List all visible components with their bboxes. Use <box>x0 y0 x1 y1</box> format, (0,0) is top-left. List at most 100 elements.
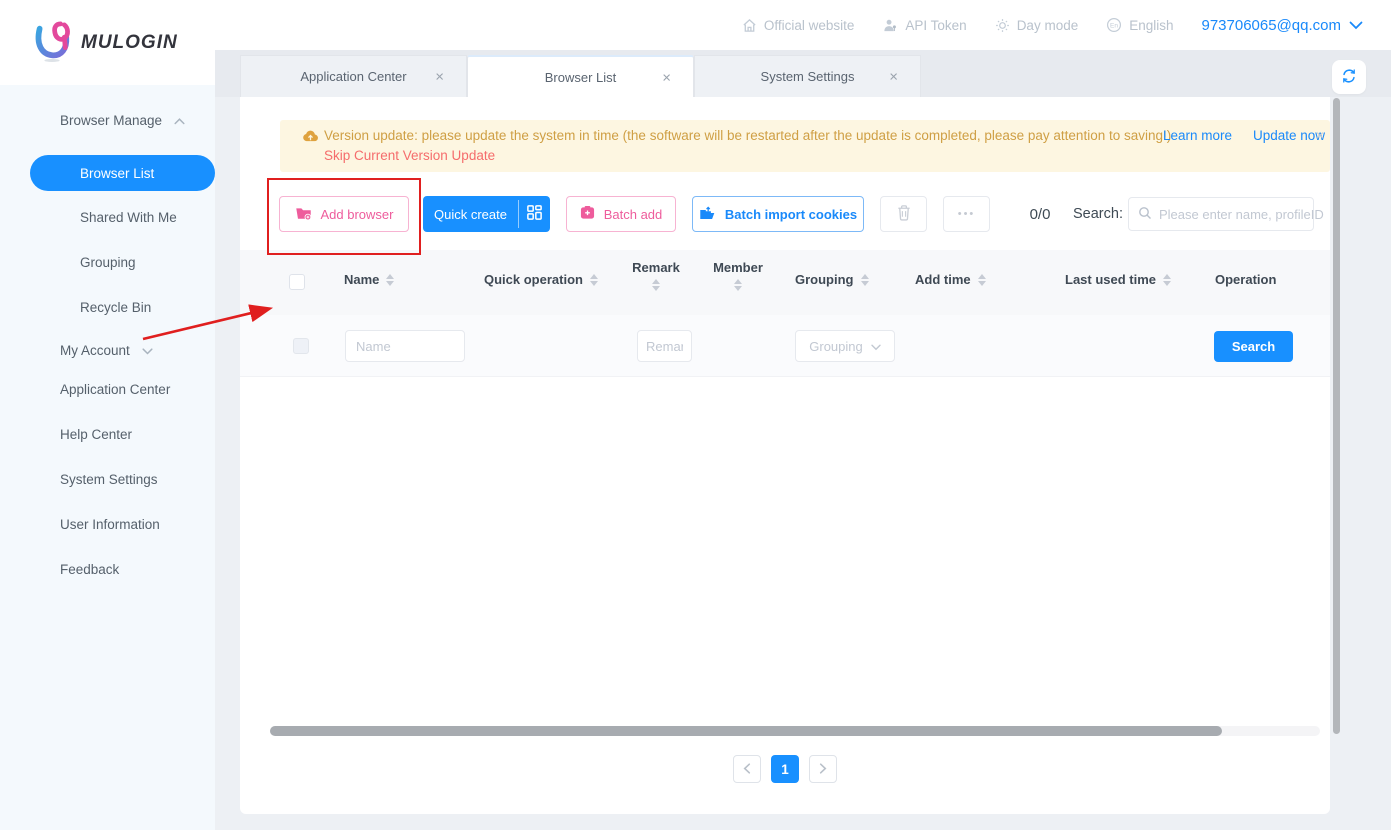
close-icon[interactable]: × <box>662 70 671 85</box>
filter-checkbox[interactable] <box>293 338 309 354</box>
chevron-right-icon <box>819 762 827 777</box>
sidebar-item-application-center[interactable]: Application Center <box>0 376 215 404</box>
day-mode-toggle[interactable]: Day mode <box>995 18 1079 33</box>
sort-icon[interactable] <box>734 279 742 291</box>
batch-import-cookies-button[interactable]: Batch import cookies <box>692 196 864 232</box>
tab-label: Browser List <box>545 70 617 85</box>
vertical-scrollbar-thumb[interactable] <box>1333 98 1340 734</box>
close-icon[interactable]: × <box>889 69 898 84</box>
sort-icon[interactable] <box>386 274 394 286</box>
column-label: Quick operation <box>484 272 583 287</box>
filter-grouping-select[interactable]: Grouping <box>795 330 895 362</box>
sidebar-item-shared-with-me[interactable]: Shared With Me <box>0 204 215 232</box>
previous-page-button[interactable] <box>733 755 761 783</box>
sidebar-item-label: Browser List <box>80 166 154 181</box>
sidebar-item-label: Shared With Me <box>80 204 177 232</box>
column-label: Last used time <box>1065 272 1156 287</box>
language-label: English <box>1129 18 1173 33</box>
folder-plus-icon <box>295 205 312 224</box>
batch-add-button[interactable]: Batch add <box>566 196 676 232</box>
sidebar-group-browser-manage[interactable]: Browser Manage <box>0 107 215 135</box>
current-page-button[interactable]: 1 <box>771 755 799 783</box>
chevron-down-icon <box>142 337 153 365</box>
account-menu[interactable]: 973706065@qq.com <box>1202 17 1364 34</box>
trash-icon <box>896 204 912 224</box>
brand-name: MULOGIN <box>81 32 178 54</box>
api-token-link[interactable]: API Token <box>882 18 966 33</box>
browser-list-panel: Version update: please update the system… <box>240 97 1330 814</box>
account-email: 973706065@qq.com <box>1202 17 1342 34</box>
sidebar-item-system-settings[interactable]: System Settings <box>0 466 215 494</box>
sort-icon[interactable] <box>978 274 986 286</box>
column-header-name[interactable]: Name <box>344 272 394 287</box>
sidebar-item-recycle-bin[interactable]: Recycle Bin <box>0 294 215 322</box>
sidebar-item-help-center[interactable]: Help Center <box>0 421 215 449</box>
column-header-operation: Operation <box>1215 272 1276 287</box>
tab-browser-list[interactable]: Browser List × <box>467 55 694 98</box>
refresh-icon <box>1340 67 1358 88</box>
select-all-checkbox[interactable] <box>289 274 305 290</box>
horizontal-scrollbar-track <box>270 726 1320 736</box>
search-label: Search: <box>1073 196 1123 232</box>
sidebar-item-browser-list[interactable]: Browser List <box>30 155 215 191</box>
sort-icon[interactable] <box>861 274 869 286</box>
column-header-last-used-time[interactable]: Last used time <box>1065 272 1171 287</box>
selected-count: 0/0 <box>1012 196 1068 232</box>
sort-icon[interactable] <box>652 279 660 291</box>
banner-close-icon[interactable]: × <box>1316 127 1324 143</box>
toolbar-search-box[interactable] <box>1128 197 1314 231</box>
quick-create-label[interactable]: Quick create <box>423 196 518 232</box>
person-key-icon <box>882 18 898 33</box>
quick-create-menu-button[interactable] <box>519 196 550 232</box>
column-header-quick-operation[interactable]: Quick operation <box>484 272 598 287</box>
learn-more-link[interactable]: Learn more <box>1163 128 1232 143</box>
sidebar-item-label: System Settings <box>60 466 158 494</box>
filter-search-button[interactable]: Search <box>1214 331 1293 362</box>
batch-import-cookies-label: Batch import cookies <box>725 207 857 222</box>
tab-application-center[interactable]: Application Center × <box>240 55 467 97</box>
column-header-remark[interactable]: Remark <box>616 260 696 291</box>
sidebar-item-feedback[interactable]: Feedback <box>0 556 215 584</box>
top-nav: Official website API Token Day mode En E… <box>742 0 1363 50</box>
quick-create-button[interactable]: Quick create <box>423 196 550 232</box>
official-website-link[interactable]: Official website <box>742 18 855 33</box>
day-mode-label: Day mode <box>1017 18 1079 33</box>
update-now-link[interactable]: Update now <box>1253 128 1325 143</box>
chevron-left-icon <box>743 762 751 777</box>
skip-version-link[interactable]: Skip Current Version Update <box>324 148 495 163</box>
column-header-grouping[interactable]: Grouping <box>795 272 869 287</box>
sidebar-group-my-account[interactable]: My Account <box>0 337 215 365</box>
language-selector[interactable]: En English <box>1106 17 1173 33</box>
sort-icon[interactable] <box>1163 274 1171 286</box>
sidebar-item-user-information[interactable]: User Information <box>0 511 215 539</box>
more-actions-button[interactable]: ••• <box>943 196 990 232</box>
search-input[interactable] <box>1159 207 1335 222</box>
add-browser-button[interactable]: Add browser <box>279 196 409 232</box>
next-page-button[interactable] <box>809 755 837 783</box>
column-label: Operation <box>1215 272 1276 287</box>
language-en-icon: En <box>1106 17 1122 33</box>
sidebar-item-grouping[interactable]: Grouping <box>0 249 215 277</box>
filter-remark-input[interactable] <box>637 330 692 362</box>
cloud-upload-icon <box>302 129 319 146</box>
sidebar-item-label: User Information <box>60 511 160 539</box>
api-token-label: API Token <box>905 18 966 33</box>
sort-icon[interactable] <box>590 274 598 286</box>
grouping-select-value: Grouping <box>809 339 862 354</box>
horizontal-scrollbar-thumb[interactable] <box>270 726 1222 736</box>
tab-label: Application Center <box>300 69 406 84</box>
column-header-add-time[interactable]: Add time <box>915 272 986 287</box>
official-website-label: Official website <box>764 18 855 33</box>
delete-button[interactable] <box>880 196 927 232</box>
column-label: Member <box>713 260 763 275</box>
sidebar-item-label: Feedback <box>60 556 119 584</box>
close-icon[interactable]: × <box>435 69 444 84</box>
search-icon <box>1138 206 1152 223</box>
ellipsis-icon: ••• <box>958 208 976 220</box>
tab-system-settings[interactable]: System Settings × <box>694 55 921 97</box>
refresh-button[interactable] <box>1332 60 1366 94</box>
column-header-member[interactable]: Member <box>698 260 778 291</box>
filter-name-input[interactable] <box>345 330 465 362</box>
sun-icon <box>995 18 1010 33</box>
tab-label: System Settings <box>761 69 855 84</box>
